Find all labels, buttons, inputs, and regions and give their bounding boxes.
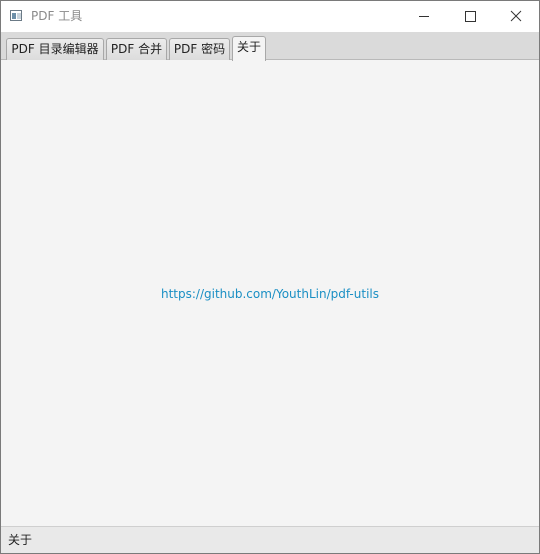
maximize-icon: [465, 11, 476, 22]
maximize-button[interactable]: [447, 1, 493, 32]
close-button[interactable]: [493, 1, 539, 32]
window-title: PDF 工具: [31, 9, 83, 23]
minimize-icon: [419, 16, 429, 17]
tab-pdf-password[interactable]: PDF 密码: [169, 38, 230, 60]
status-bar: 关于: [1, 526, 539, 553]
close-icon: [510, 10, 522, 22]
tab-pdf-merge[interactable]: PDF 合并: [106, 38, 167, 60]
tab-bar: PDF 目录编辑器 PDF 合并 PDF 密码 关于: [1, 32, 539, 61]
pdf-app-icon: [10, 10, 22, 21]
tab-pdf-toc-editor[interactable]: PDF 目录编辑器: [6, 38, 104, 60]
minimize-button[interactable]: [401, 1, 447, 32]
tab-about[interactable]: 关于: [232, 36, 266, 61]
status-text: 关于: [8, 533, 33, 547]
title-bar[interactable]: PDF 工具: [1, 1, 539, 32]
app-window: PDF 工具 PDF 目录编辑器 PDF 合并 PDF 密码 关于 https:…: [0, 0, 540, 554]
about-panel: https://github.com/YouthLin/pdf-utils: [1, 60, 539, 526]
github-link[interactable]: https://github.com/YouthLin/pdf-utils: [1, 286, 539, 302]
